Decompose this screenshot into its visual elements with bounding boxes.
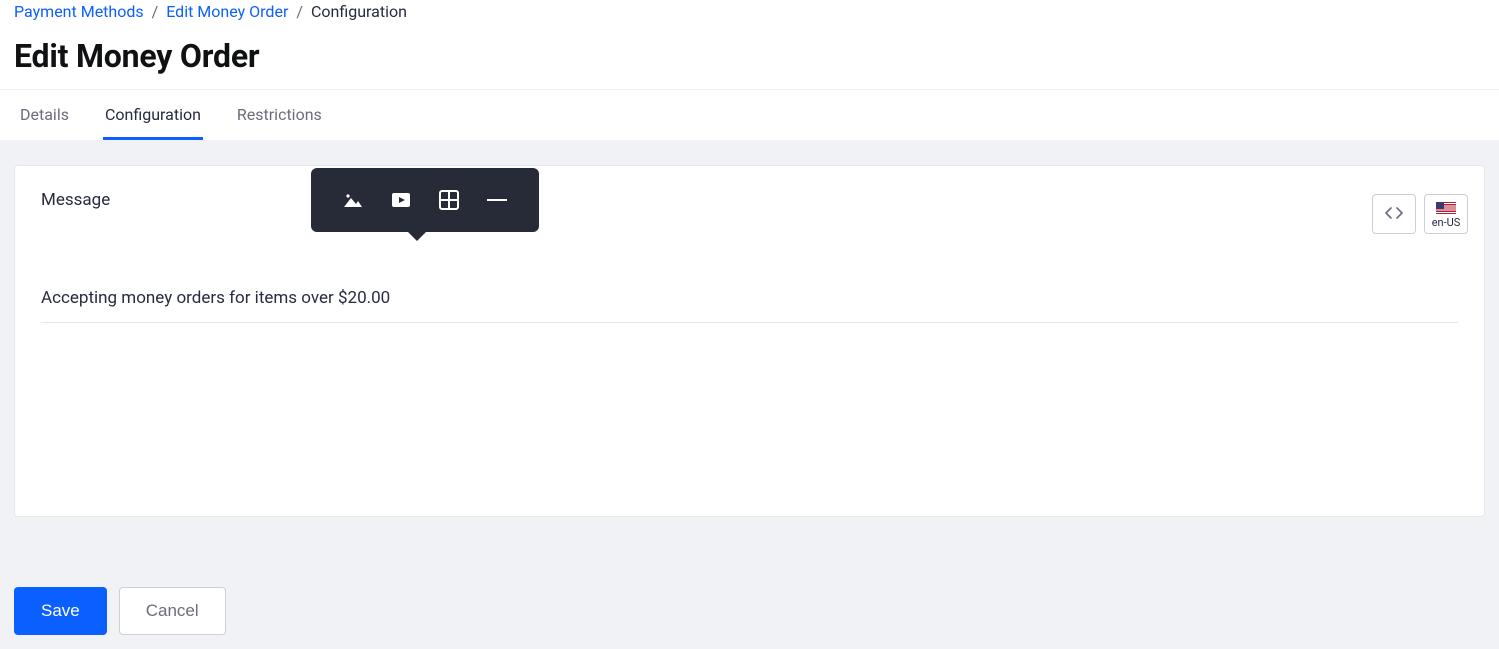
tabbar: Details Configuration Restrictions — [0, 89, 1499, 141]
cancel-button[interactable]: Cancel — [119, 587, 226, 635]
save-button[interactable]: Save — [14, 587, 107, 635]
locale-label: en-US — [1432, 216, 1461, 229]
tab-details[interactable]: Details — [18, 90, 71, 140]
breadcrumb-separator: / — [296, 2, 303, 21]
code-icon — [1385, 207, 1403, 222]
breadcrumb-separator: / — [152, 2, 159, 21]
tab-configuration[interactable]: Configuration — [103, 90, 203, 140]
config-card: Message — [14, 165, 1485, 517]
breadcrumb-current: Configuration — [311, 2, 407, 21]
rte-insert-popup — [311, 168, 539, 232]
us-flag-icon — [1436, 202, 1456, 214]
source-code-button[interactable] — [1372, 194, 1416, 234]
message-editor[interactable]: Accepting money orders for items over $2… — [41, 288, 1458, 323]
breadcrumb-link-edit-money-order[interactable]: Edit Money Order — [166, 2, 288, 21]
breadcrumb: Payment Methods / Edit Money Order / Con… — [0, 0, 1499, 23]
tab-restrictions[interactable]: Restrictions — [235, 90, 324, 140]
image-icon[interactable] — [341, 188, 365, 212]
breadcrumb-link-payment-methods[interactable]: Payment Methods — [14, 2, 144, 21]
hr-icon[interactable] — [485, 188, 509, 212]
message-field-label: Message — [41, 190, 1458, 210]
table-icon[interactable] — [437, 188, 461, 212]
locale-button[interactable]: en-US — [1424, 194, 1468, 234]
page-title: Edit Money Order — [14, 37, 1485, 75]
video-icon[interactable] — [389, 188, 413, 212]
